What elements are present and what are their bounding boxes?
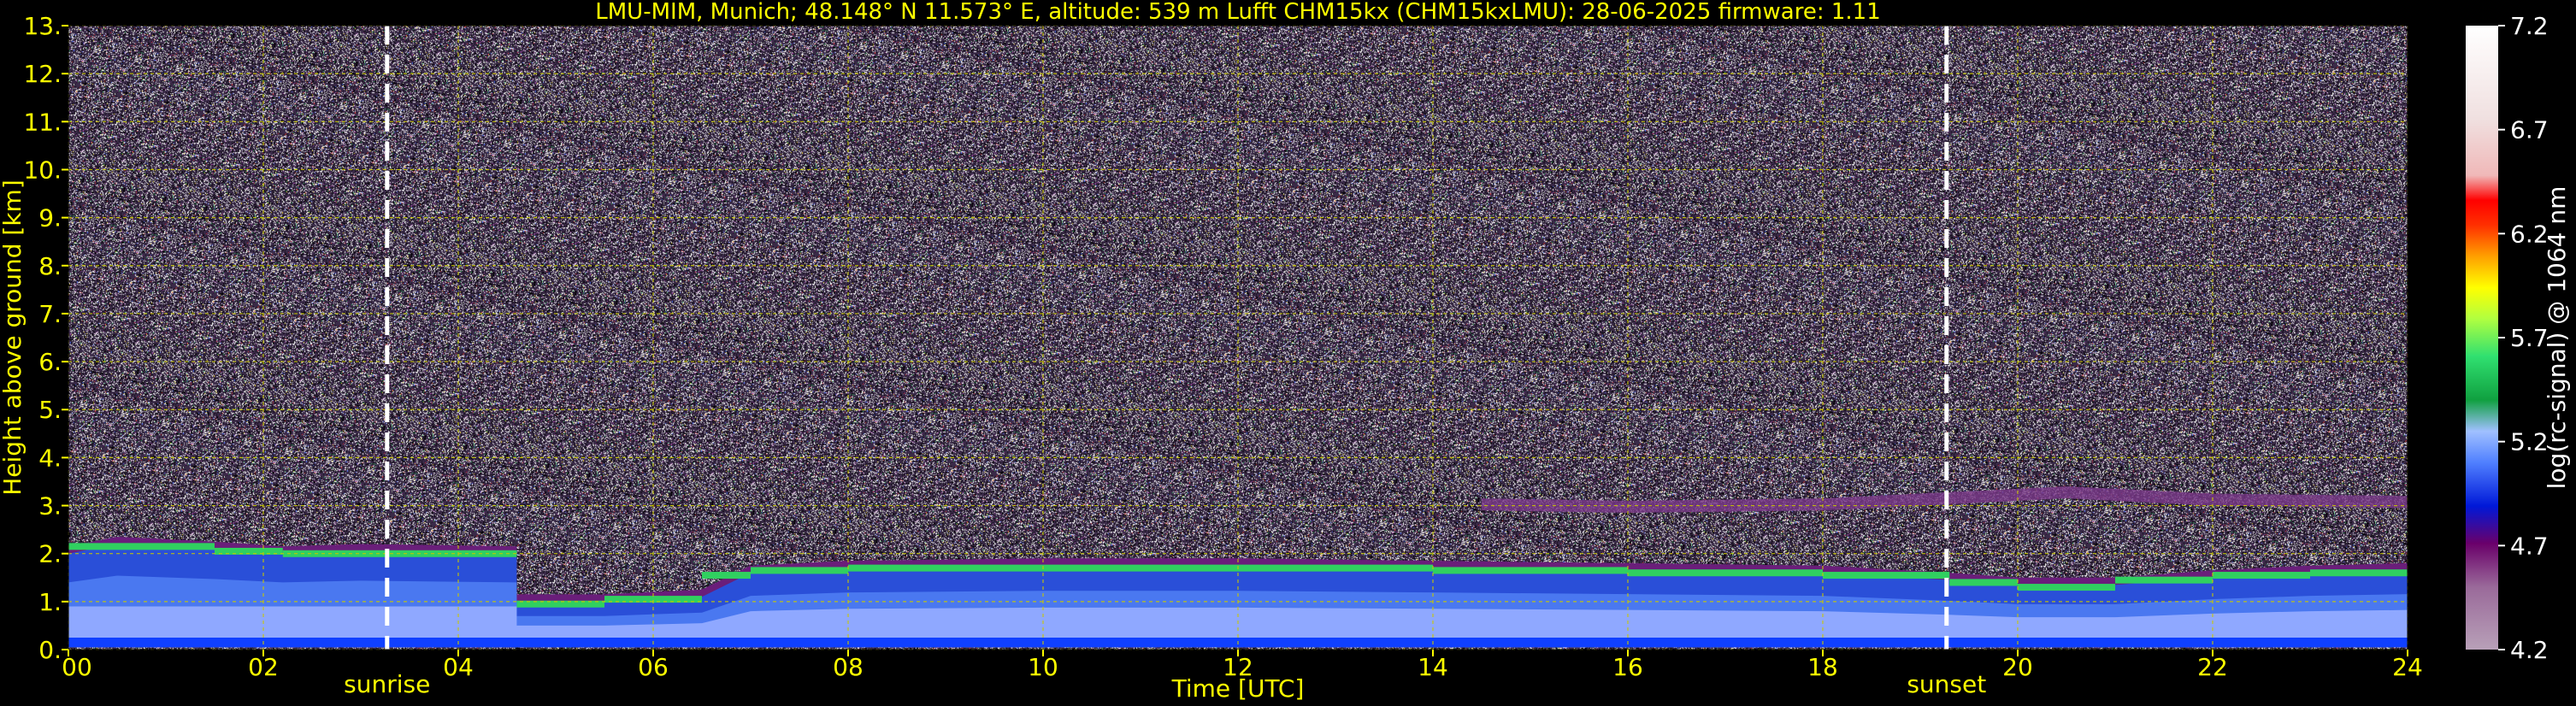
chart-title: LMU-MIM, Munich; 48.148° N 11.573° E, al… bbox=[595, 0, 1880, 25]
y-axis: 0. 1. 2. 3. 4. 5. 6. 7. 8. 9. 10. 11. 12. 13. bbox=[23, 12, 68, 664]
y-tick-label: 4. bbox=[38, 444, 62, 472]
colorbar-tick-label: 4.7 bbox=[2510, 532, 2549, 560]
y-tick-label: 7. bbox=[38, 300, 62, 328]
x-tick-label: 10 bbox=[1028, 653, 1058, 681]
x-tick-label: 04 bbox=[443, 653, 474, 681]
cloud-strip bbox=[117, 543, 215, 550]
colorbar-tick-label: 7.2 bbox=[2510, 12, 2549, 40]
cloud-strip bbox=[1043, 564, 1238, 572]
x-tick-label: 06 bbox=[638, 653, 669, 681]
y-tick-label: 9. bbox=[38, 204, 62, 232]
x-tick-label: 20 bbox=[2002, 653, 2033, 681]
x-tick-label: 08 bbox=[833, 653, 864, 681]
colorbar-label: log(rc-signal) @ 1064 nm bbox=[2543, 186, 2571, 490]
y-tick-label: 10. bbox=[23, 156, 62, 184]
cloud-strip bbox=[1949, 579, 2018, 586]
y-tick-label: 12. bbox=[23, 60, 62, 88]
y-tick-label: 11. bbox=[23, 108, 62, 136]
y-tick-label: 1. bbox=[38, 588, 62, 616]
y-tick-label: 6. bbox=[38, 348, 62, 376]
y-tick-label: 13. bbox=[23, 12, 62, 40]
cloud-strip bbox=[2115, 576, 2213, 584]
y-tick-label: 2. bbox=[38, 540, 62, 568]
cloud-strip bbox=[68, 543, 117, 550]
cloud-strip bbox=[751, 567, 848, 574]
x-axis-label: Time [UTC] bbox=[1171, 674, 1305, 703]
x-tick-label: 14 bbox=[1418, 653, 1448, 681]
colorbar-tick-label: 4.2 bbox=[2510, 636, 2549, 664]
ceilometer-chart: sunrise sunset 00 02 04 06 08 10 12 14 16 18 20 22 24… bbox=[0, 0, 2571, 703]
cloud-strip bbox=[2310, 569, 2408, 577]
cloud-strip bbox=[1433, 567, 1628, 574]
y-tick-label: 8. bbox=[38, 252, 62, 280]
x-tick-label: 16 bbox=[1612, 653, 1643, 681]
colorbar: 4.24.75.25.76.26.77.2 bbox=[2466, 12, 2549, 664]
y-tick-label: 5. bbox=[38, 396, 62, 424]
cloud-strip bbox=[2213, 572, 2310, 580]
cloud-strip bbox=[1238, 564, 1433, 572]
sunset-label: sunset bbox=[1907, 670, 1986, 698]
x-tick-label: 22 bbox=[2197, 653, 2228, 681]
cloud-strip bbox=[1823, 572, 1950, 580]
sunrise-label: sunrise bbox=[344, 670, 430, 698]
colorbar-scale bbox=[2466, 26, 2498, 650]
y-tick-label: 0. bbox=[38, 636, 62, 664]
y-tick-label: 3. bbox=[38, 492, 62, 521]
cloud-strip bbox=[1628, 569, 1823, 577]
x-tick-label: 18 bbox=[1807, 653, 1838, 681]
cloud-strip bbox=[702, 572, 751, 580]
x-tick-label: 00 bbox=[62, 653, 92, 681]
x-tick-label: 24 bbox=[2392, 653, 2423, 681]
colorbar-tick-label: 6.7 bbox=[2510, 116, 2549, 144]
cloud-strip bbox=[848, 564, 1043, 572]
cloud-strip bbox=[2018, 584, 2115, 591]
x-tick-label: 02 bbox=[248, 653, 279, 681]
y-axis-label: Height above ground [km] bbox=[0, 179, 27, 496]
